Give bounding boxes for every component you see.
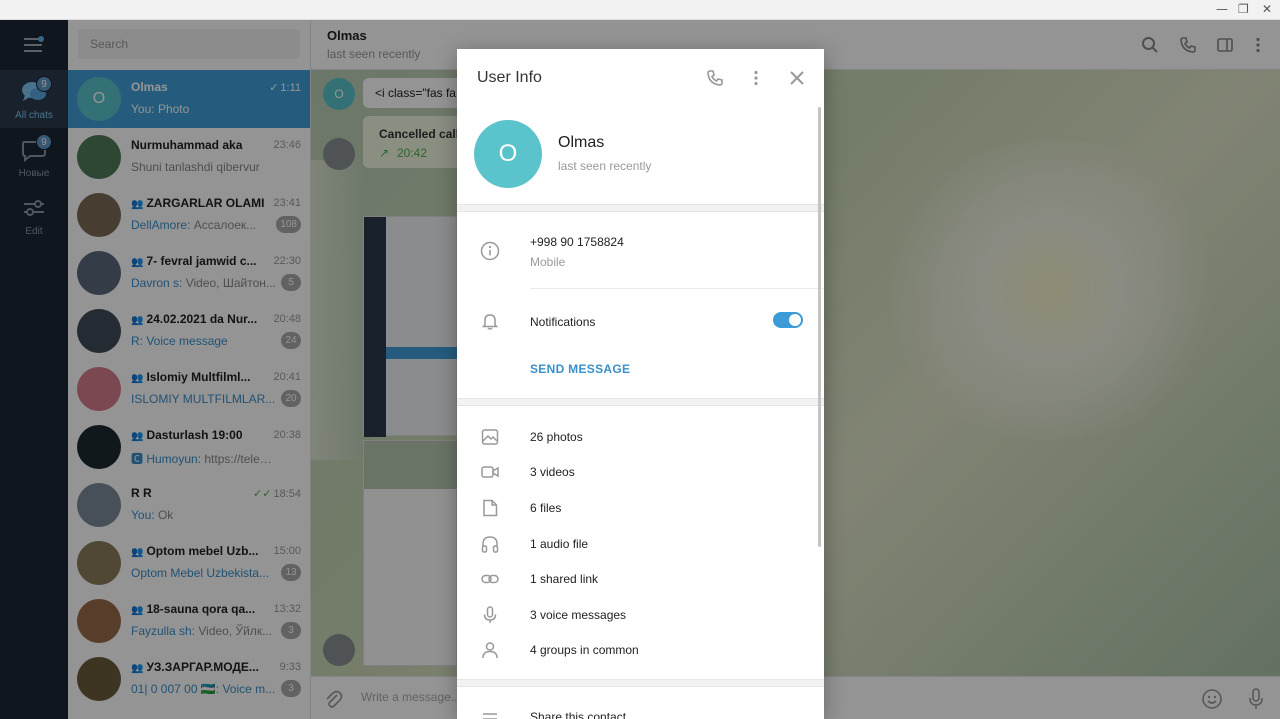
microphone-icon <box>483 606 497 623</box>
file-icon <box>483 499 498 517</box>
section-divider <box>457 204 824 212</box>
bell-icon <box>481 314 499 330</box>
share-contact-button[interactable]: Share this contact <box>530 710 626 719</box>
notifications-label: Notifications <box>530 315 596 329</box>
dialog-scrollbar[interactable] <box>818 107 821 547</box>
user-icon <box>482 642 498 659</box>
minimize-button[interactable]: — <box>1216 2 1228 16</box>
more-vertical-icon[interactable] <box>747 69 765 87</box>
shared-voice-link[interactable]: 3 voice messages <box>530 608 626 622</box>
headphones-icon <box>481 536 499 553</box>
link-icon <box>481 574 499 584</box>
dialog-title: User Info <box>477 69 542 86</box>
shared-audio-link[interactable]: 1 audio file <box>530 537 588 551</box>
restore-button[interactable]: ❐ <box>1238 2 1249 16</box>
close-icon[interactable] <box>788 69 806 87</box>
section-divider <box>457 679 824 687</box>
photo-icon <box>481 429 499 445</box>
shared-files-link[interactable]: 6 files <box>530 501 561 515</box>
video-icon <box>481 466 499 478</box>
window-titlebar: — ❐ ✕ <box>0 0 1280 20</box>
info-icon <box>480 241 500 261</box>
user-name: Olmas <box>558 134 605 151</box>
shared-videos-link[interactable]: 3 videos <box>530 465 575 479</box>
row-divider <box>530 288 824 289</box>
shared-photos-link[interactable]: 26 photos <box>530 430 583 444</box>
shared-links-link[interactable]: 1 shared link <box>530 572 598 586</box>
phone-number[interactable]: +998 90 1758824 <box>530 235 624 249</box>
notifications-toggle[interactable] <box>773 312 803 328</box>
user-avatar[interactable]: O <box>474 120 542 188</box>
phone-icon[interactable] <box>706 69 724 87</box>
phone-label: Mobile <box>530 255 566 269</box>
close-window-button[interactable]: ✕ <box>1262 2 1272 16</box>
groups-in-common-link[interactable]: 4 groups in common <box>530 643 639 657</box>
user-status: last seen recently <box>558 159 652 173</box>
send-message-button[interactable]: SEND MESSAGE <box>530 362 630 376</box>
user-info-dialog: User Info O Olmas last seen recently +99… <box>457 49 824 719</box>
section-divider <box>457 398 824 406</box>
list-icon <box>483 713 497 719</box>
